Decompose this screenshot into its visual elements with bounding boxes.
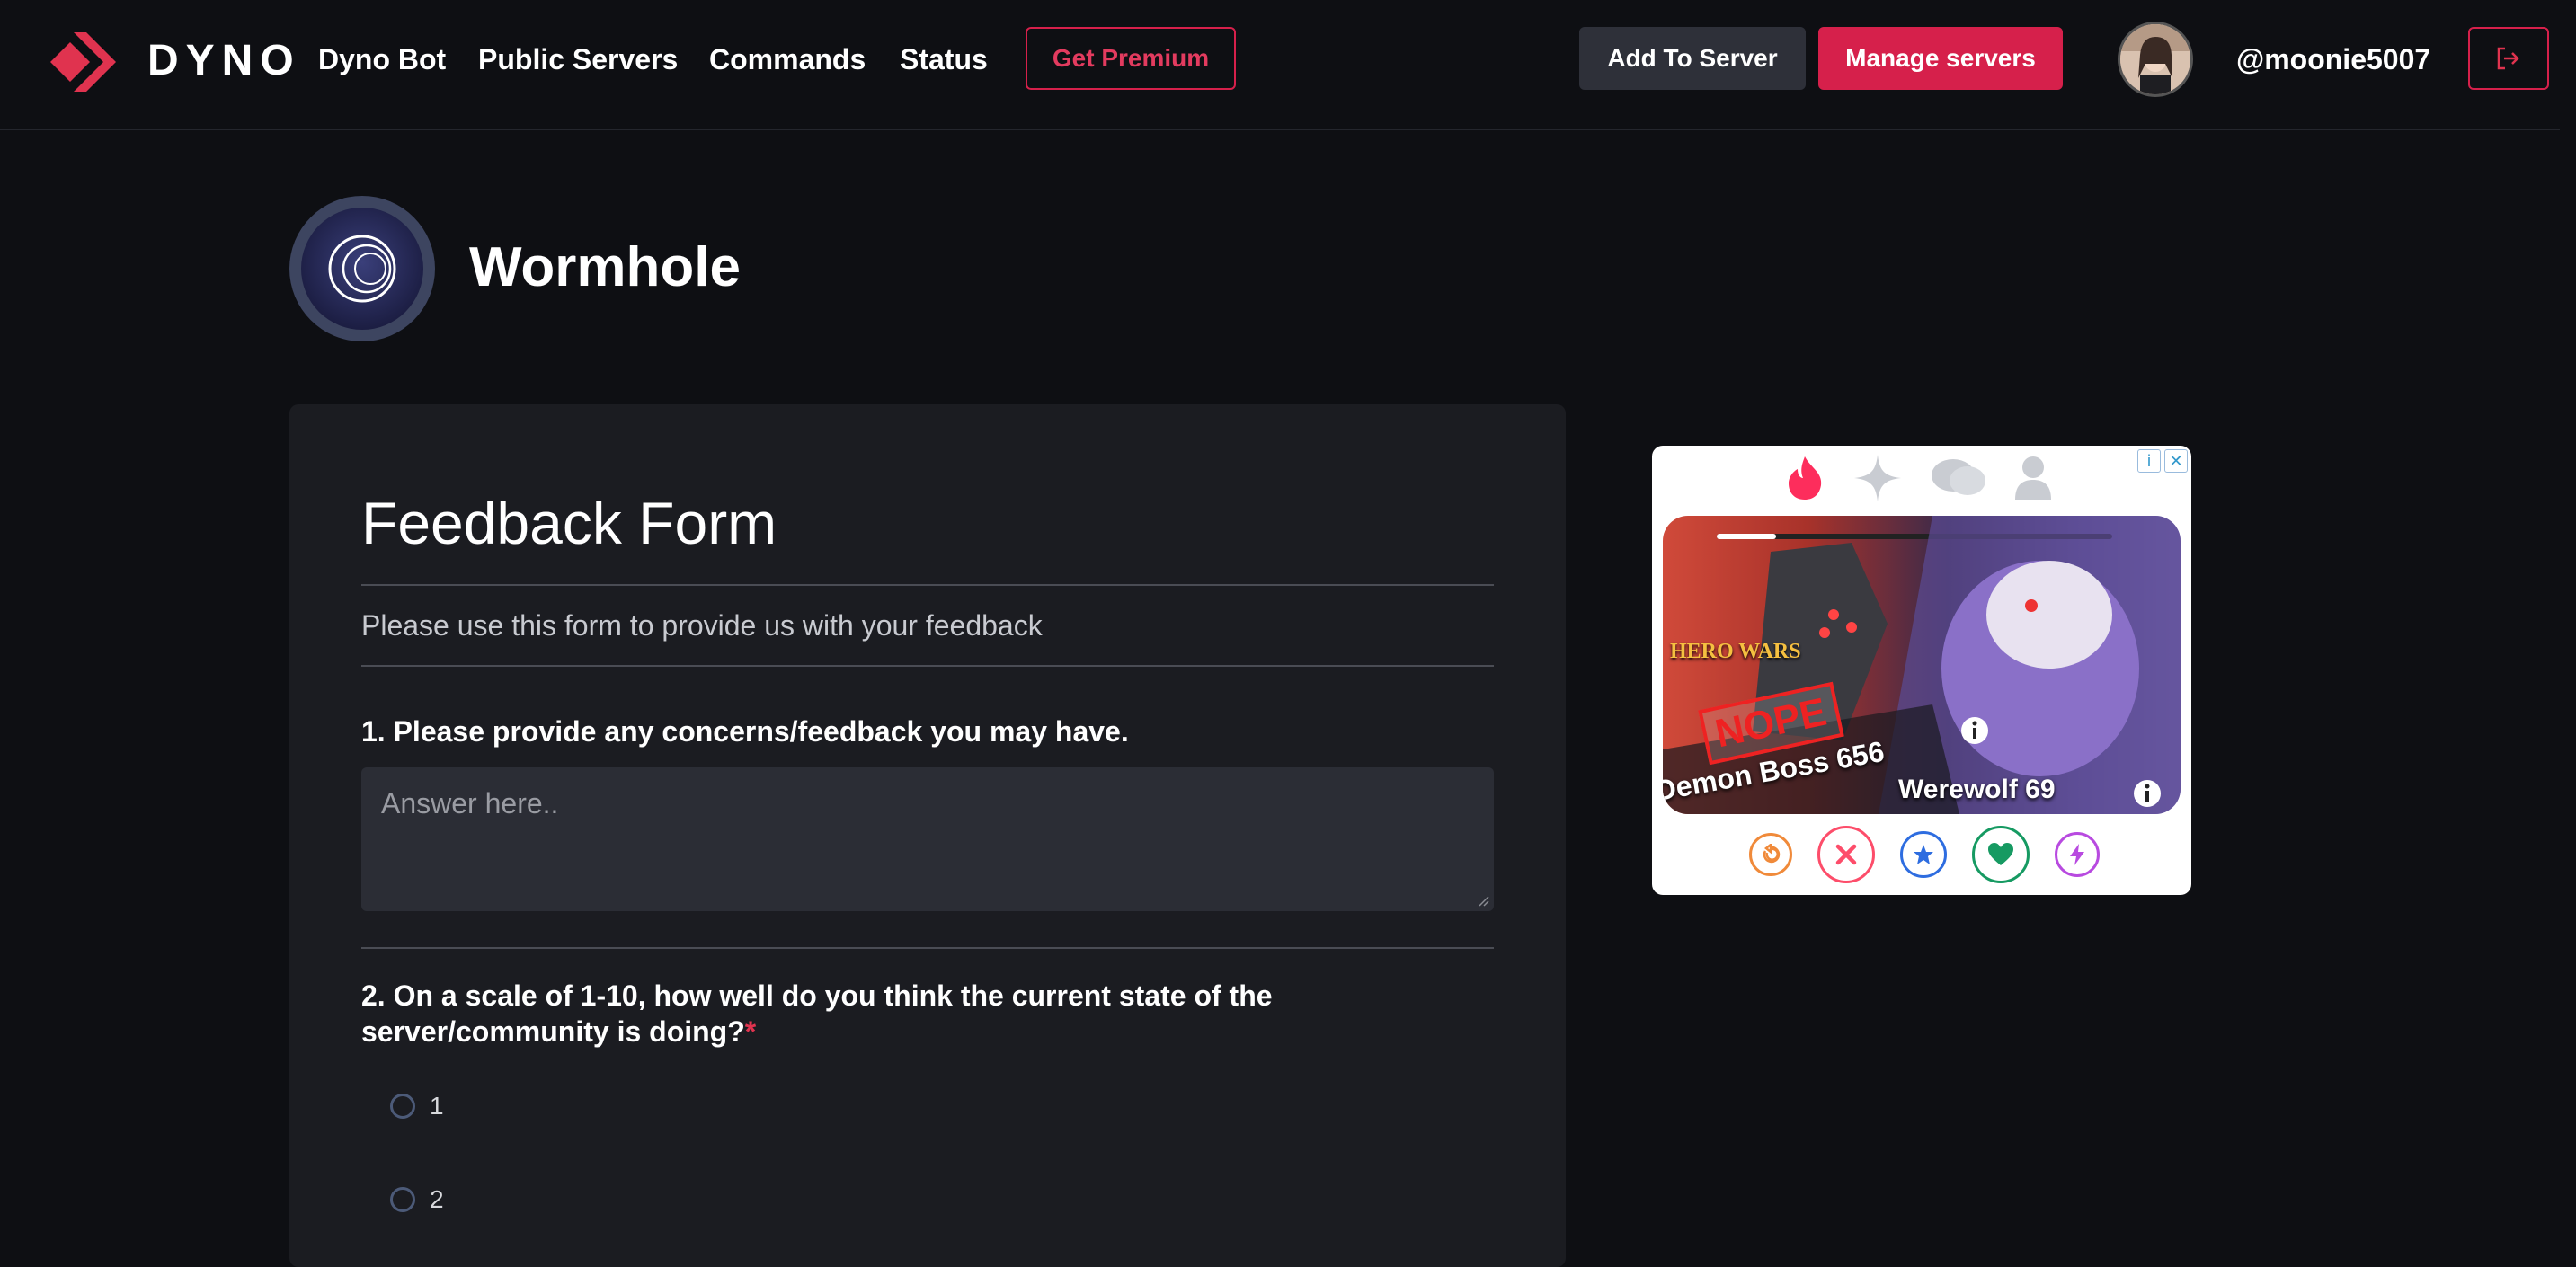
form-title: Feedback Form <box>361 490 777 556</box>
close-icon[interactable] <box>1817 826 1875 883</box>
ad-badges: i ✕ <box>2137 449 2188 473</box>
divider <box>361 665 1494 667</box>
ad-action-buttons <box>1749 823 2100 886</box>
star-icon[interactable] <box>1900 831 1947 878</box>
ad-card-right-name: Werewolf 69 <box>1898 775 2056 804</box>
info-circle-icon[interactable] <box>1959 715 1990 746</box>
nav-link-commands[interactable]: Commands <box>709 41 866 77</box>
advertisement[interactable]: i ✕ HERO WARS NOPE Demon Boss 656 Werewo… <box>1652 446 2191 895</box>
resize-grip-icon[interactable] <box>1476 893 1490 908</box>
chat-bubbles-icon <box>1931 459 1985 495</box>
radio-option-label: 2 <box>430 1185 444 1213</box>
ad-info-icon[interactable]: i <box>2137 449 2161 473</box>
profile-icon <box>2014 456 2051 500</box>
avatar-portrait-icon <box>2120 24 2190 94</box>
top-navbar: DYNO Dyno Bot Public Servers Commands St… <box>0 0 2576 130</box>
username[interactable]: @moonie5007 <box>2236 41 2430 77</box>
logout-icon <box>2497 47 2519 70</box>
page-scrollbar[interactable] <box>2560 0 2576 1254</box>
brand-name[interactable]: DYNO <box>147 36 301 86</box>
server-icon <box>289 196 435 341</box>
flame-icon <box>1789 456 1822 500</box>
radio-button[interactable] <box>390 1187 415 1212</box>
divider <box>361 947 1494 949</box>
user-avatar[interactable] <box>2118 22 2193 97</box>
form-description: Please use this form to provide us with … <box>361 609 1043 642</box>
logout-button[interactable] <box>2468 27 2549 90</box>
ad-game-image[interactable]: HERO WARS NOPE Demon Boss 656 Werewolf 6… <box>1663 516 2181 814</box>
radio-option-1[interactable]: 1 <box>390 1091 444 1121</box>
nav-link-public-servers[interactable]: Public Servers <box>478 41 678 77</box>
server-name: Wormhole <box>469 236 741 298</box>
nav-link-status[interactable]: Status <box>900 41 988 77</box>
feedback-form-card: Feedback Form Please use this form to pr… <box>289 404 1566 1267</box>
radio-option-label: 1 <box>430 1092 444 1120</box>
ad-close-icon[interactable]: ✕ <box>2164 449 2188 473</box>
required-asterisk: * <box>744 1015 757 1048</box>
question-2-text: 2. On a scale of 1-10, how well do you t… <box>361 979 1273 1048</box>
divider <box>361 584 1494 586</box>
sparkle-icon <box>1854 455 1902 501</box>
dyno-logo-icon[interactable] <box>43 23 120 101</box>
radio-button[interactable] <box>390 1094 415 1119</box>
question-1-label: 1. Please provide any concerns/feedback … <box>361 715 1129 748</box>
ad-brand-logo: HERO WARS <box>1670 640 1801 663</box>
answer-textarea[interactable] <box>361 767 1494 911</box>
rewind-icon[interactable] <box>1749 833 1792 876</box>
wormhole-spiral-icon <box>328 235 396 303</box>
nav-link-dyno-bot[interactable]: Dyno Bot <box>318 41 446 77</box>
radio-option-2[interactable]: 2 <box>390 1184 444 1215</box>
manage-servers-button[interactable]: Manage servers <box>1818 27 2063 90</box>
question-2-label: 2. On a scale of 1-10, how well do you t… <box>361 978 1350 1050</box>
info-circle-icon[interactable] <box>2132 778 2163 809</box>
get-premium-button[interactable]: Get Premium <box>1026 27 1236 90</box>
bolt-icon[interactable] <box>2055 832 2100 877</box>
add-to-server-button[interactable]: Add To Server <box>1579 27 1806 90</box>
ad-tab-icons <box>1783 455 2053 501</box>
heart-icon[interactable] <box>1972 826 2030 883</box>
